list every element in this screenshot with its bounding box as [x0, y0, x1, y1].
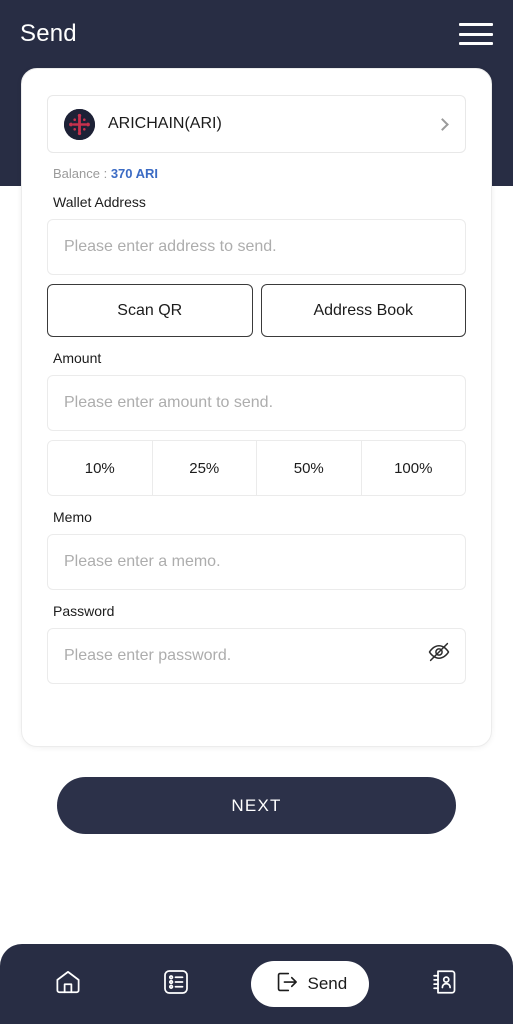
next-button[interactable]: NEXT: [57, 777, 456, 834]
home-icon: [53, 967, 83, 1002]
percent-button-50[interactable]: 50%: [257, 441, 362, 495]
token-name-label: ARICHAIN(ARI): [108, 115, 222, 132]
percent-button-25[interactable]: 25%: [152, 441, 257, 495]
scan-qr-button[interactable]: Scan QR: [47, 284, 253, 337]
nav-item-send[interactable]: Send: [251, 961, 370, 1007]
hamburger-line: [459, 42, 493, 45]
password-label: Password: [53, 603, 115, 619]
arichain-token-logo: [64, 108, 95, 140]
hamburger-menu-icon[interactable]: [459, 21, 493, 47]
wallet-address-label: Wallet Address: [53, 194, 146, 210]
hamburger-line: [459, 23, 493, 26]
amount-label: Amount: [53, 350, 102, 366]
balance-value: 370 ARI: [110, 166, 159, 181]
eye-off-icon[interactable]: [426, 639, 452, 665]
nav-item-home[interactable]: [36, 960, 100, 1008]
hamburger-line: [459, 32, 493, 36]
nav-send-label: Send: [307, 974, 348, 993]
page-title: Send: [20, 20, 77, 47]
nav-item-address-book[interactable]: [413, 960, 477, 1008]
address-book-button[interactable]: Address Book: [260, 284, 466, 337]
percent-button-10[interactable]: 10%: [48, 441, 153, 495]
chevron-right-icon: [436, 117, 449, 131]
balance-label: Balance :: [53, 166, 111, 181]
amount-input[interactable]: [47, 375, 466, 431]
address-book-icon: [430, 967, 460, 1002]
nav-item-transactions[interactable]: [144, 960, 208, 1008]
address-action-buttons: Scan QR Address Book: [47, 284, 466, 337]
token-selector-row[interactable]: ARICHAIN(ARI): [47, 95, 466, 153]
header-bar: Send: [0, 0, 513, 68]
balance-row: Balance : 370 ARI: [53, 166, 466, 181]
percent-shortcut-group: 10% 25% 50% 100%: [47, 440, 466, 496]
send-form-card: ARICHAIN(ARI) Balance : 370 ARI Wallet A…: [21, 68, 492, 747]
bottom-navigation-bar: Send: [0, 944, 513, 1024]
memo-label: Memo: [53, 509, 92, 525]
percent-button-100[interactable]: 100%: [361, 441, 465, 495]
password-input[interactable]: [47, 628, 466, 684]
wallet-address-input[interactable]: [47, 219, 466, 275]
list-icon: [161, 967, 191, 1002]
password-field-wrapper: [47, 619, 466, 684]
memo-input[interactable]: [47, 534, 466, 590]
send-arrow-icon: [274, 969, 300, 1000]
